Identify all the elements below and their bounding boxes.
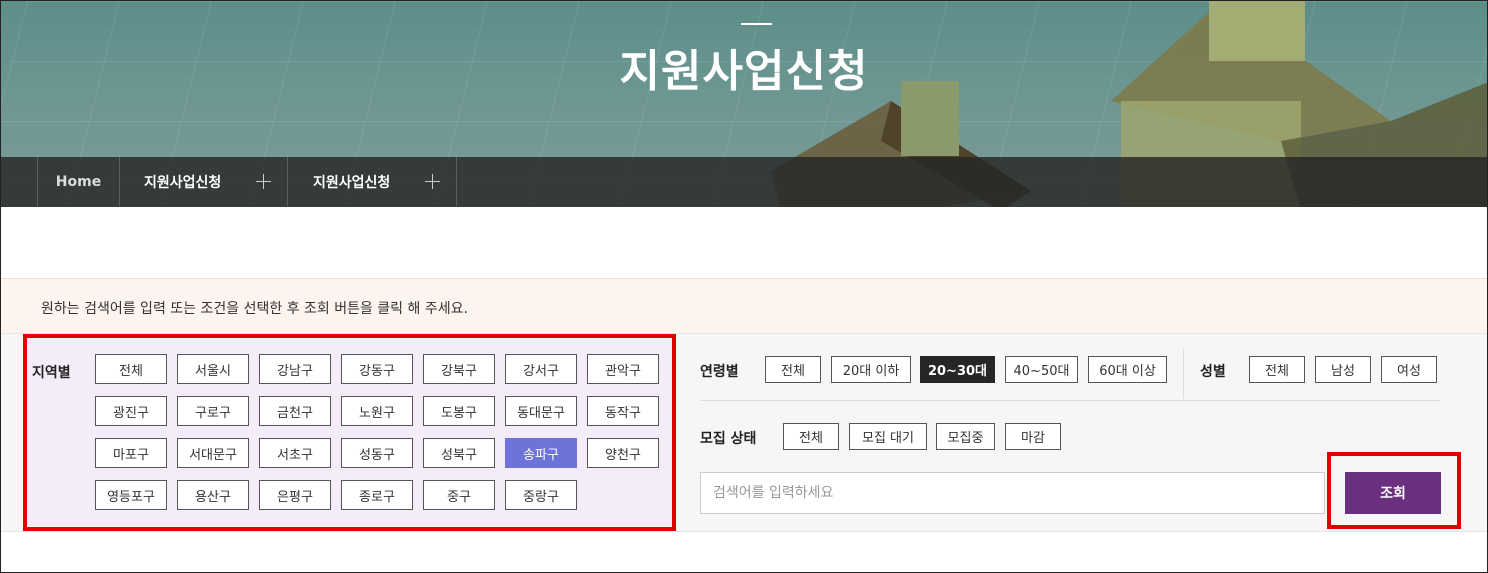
search-input[interactable]	[700, 472, 1325, 514]
region-option[interactable]: 금천구	[259, 396, 331, 426]
filter-divider	[1183, 349, 1184, 399]
breadcrumb-level2[interactable]: 지원사업신청	[287, 157, 457, 207]
status-option[interactable]: 모집중	[936, 423, 995, 450]
breadcrumb-level2-label: 지원사업신청	[313, 175, 391, 191]
filter-divider	[700, 400, 1440, 401]
region-option[interactable]: 중랑구	[505, 480, 577, 510]
status-option[interactable]: 전체	[783, 423, 839, 450]
region-option[interactable]: 강북구	[423, 354, 495, 384]
region-option[interactable]: 종로구	[341, 480, 413, 510]
region-option[interactable]: 동대문구	[505, 396, 577, 426]
breadcrumb-bar: Home 지원사업신청 지원사업신청	[1, 157, 1487, 207]
gender-option[interactable]: 남성	[1315, 356, 1371, 383]
region-option-selected[interactable]: 송파구	[505, 438, 577, 468]
region-option[interactable]: 강서구	[505, 354, 577, 384]
region-option[interactable]: 성북구	[423, 438, 495, 468]
region-option[interactable]: 노원구	[341, 396, 413, 426]
breadcrumb-level1[interactable]: 지원사업신청	[119, 157, 287, 207]
age-option[interactable]: 40~50대	[1005, 356, 1078, 383]
region-option[interactable]: 광진구	[95, 396, 167, 426]
hero-title-accent-line	[741, 23, 772, 25]
region-option[interactable]: 은평구	[259, 480, 331, 510]
region-option[interactable]: 성동구	[341, 438, 413, 468]
age-option[interactable]: 전체	[765, 356, 821, 383]
region-option[interactable]: 마포구	[95, 438, 167, 468]
region-option[interactable]: 서초구	[259, 438, 331, 468]
age-option[interactable]: 20대 이하	[831, 356, 911, 383]
region-option[interactable]: 관악구	[587, 354, 659, 384]
region-option[interactable]: 용산구	[177, 480, 249, 510]
region-option[interactable]: 동작구	[587, 396, 659, 426]
plus-icon[interactable]	[256, 174, 271, 189]
search-button[interactable]: 조회	[1345, 472, 1441, 514]
status-option[interactable]: 마감	[1005, 423, 1061, 450]
region-option[interactable]: 서대문구	[177, 438, 249, 468]
search-instruction: 원하는 검색어를 입력 또는 조건을 선택한 후 조회 버튼을 클릭 해 주세요…	[1, 278, 1487, 333]
age-option[interactable]: 60대 이상	[1088, 356, 1167, 383]
breadcrumb-level1-label: 지원사업신청	[144, 175, 222, 191]
region-option[interactable]: 구로구	[177, 396, 249, 426]
age-option-selected[interactable]: 20~30대	[920, 356, 995, 383]
status-option[interactable]: 모집 대기	[849, 423, 927, 450]
region-option[interactable]: 도봉구	[423, 396, 495, 426]
region-option[interactable]: 서울시	[177, 354, 249, 384]
status-filter-label: 모집 상태	[700, 431, 757, 447]
search-button-highlight: 조회	[1327, 452, 1461, 529]
region-option[interactable]: 강남구	[259, 354, 331, 384]
region-filter-label: 지역별	[32, 365, 71, 381]
region-option[interactable]: 강동구	[341, 354, 413, 384]
hero-banner: 지원사업신청 Home 지원사업신청 지원사업신청	[1, 1, 1487, 207]
age-filter-label: 연령별	[700, 364, 739, 380]
region-option[interactable]: 양천구	[587, 438, 659, 468]
region-option[interactable]: 전체	[95, 354, 167, 384]
gender-option[interactable]: 전체	[1249, 356, 1305, 383]
plus-icon[interactable]	[425, 174, 440, 189]
gender-option[interactable]: 여성	[1381, 356, 1437, 383]
gender-filter-label: 성별	[1200, 364, 1226, 380]
breadcrumb-home[interactable]: Home	[37, 157, 119, 207]
region-option[interactable]: 중구	[423, 480, 495, 510]
region-option[interactable]: 영등포구	[95, 480, 167, 510]
page-title: 지원사업신청	[619, 46, 869, 97]
